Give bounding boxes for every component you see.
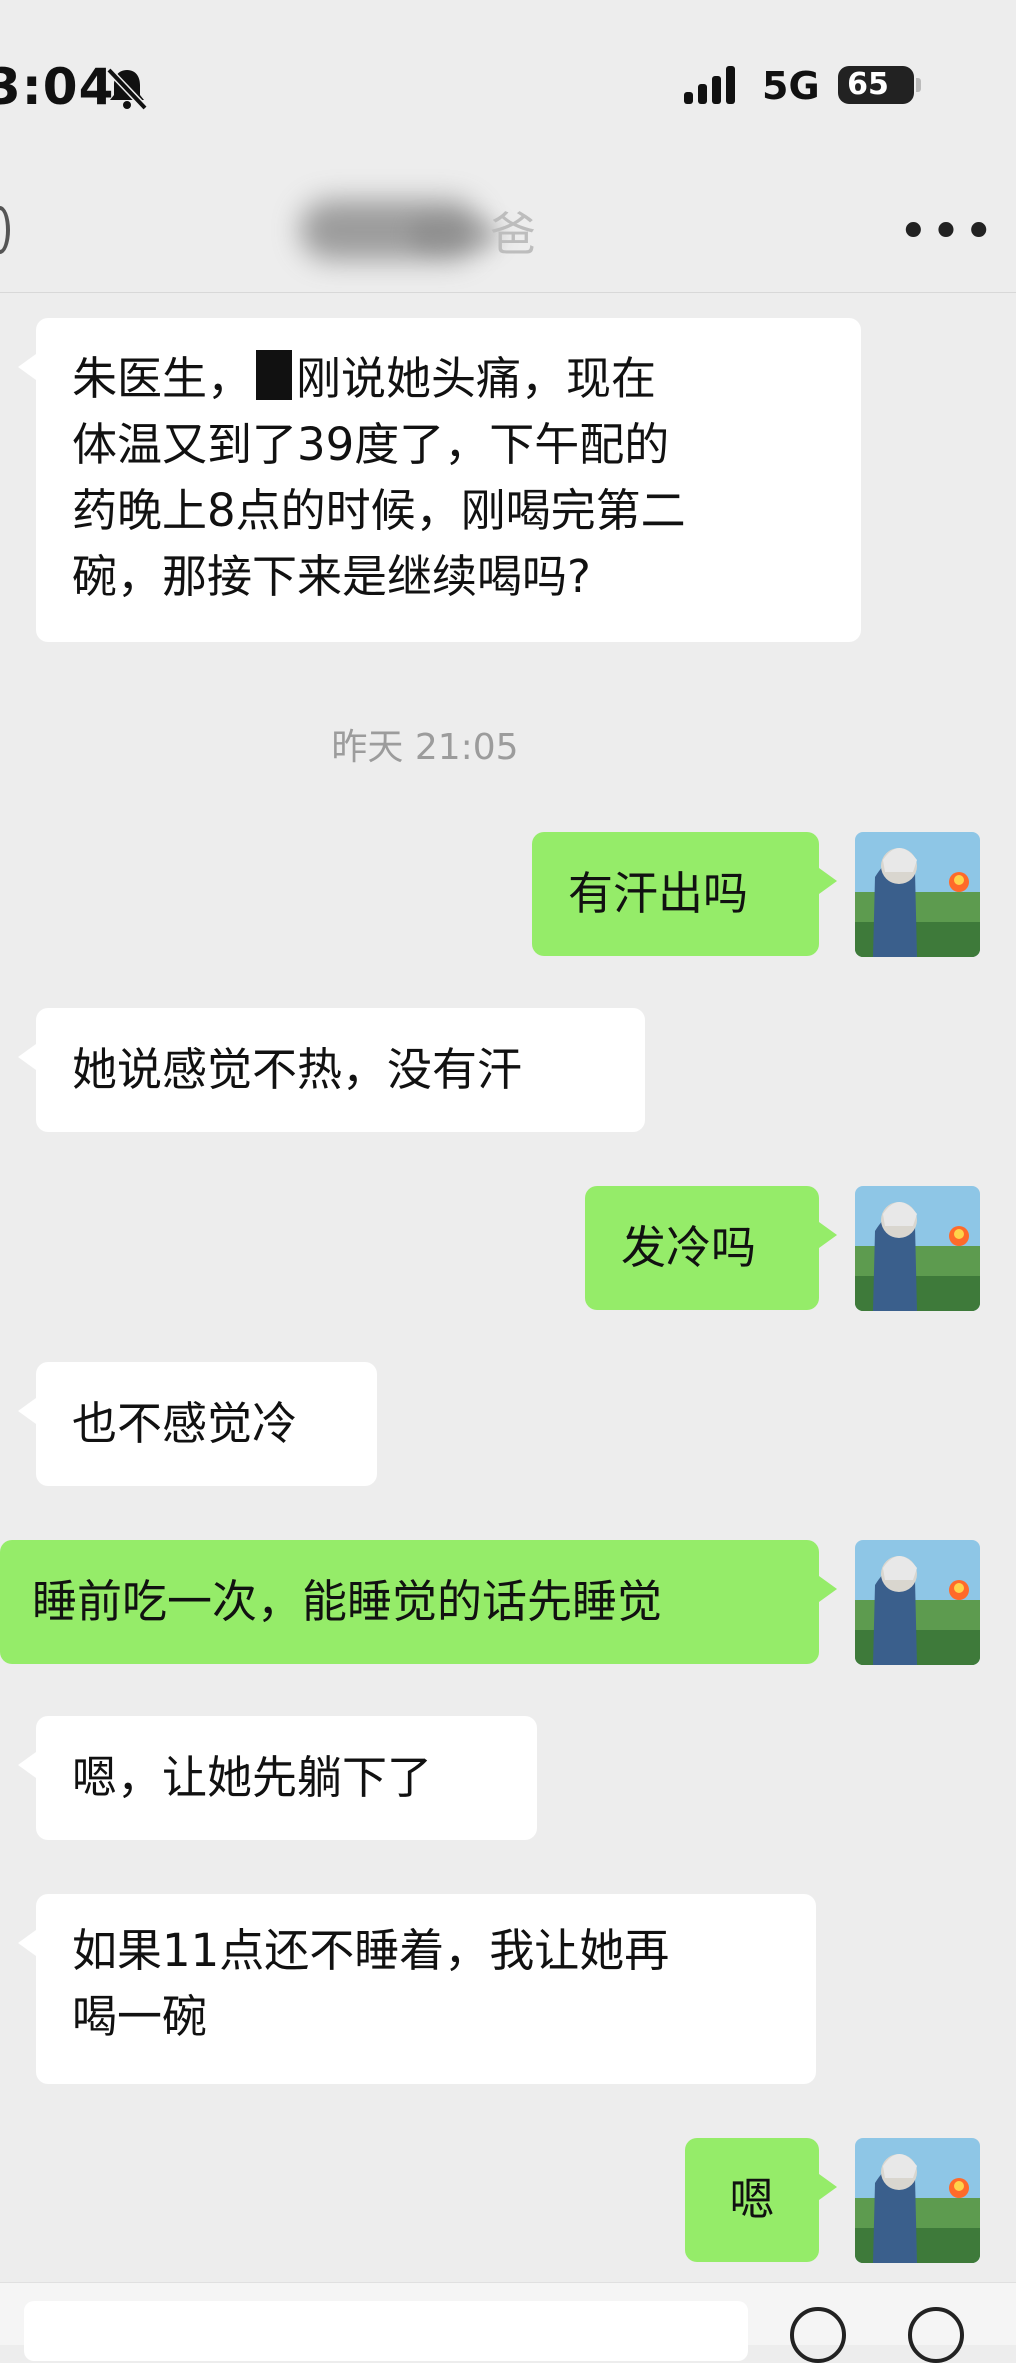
message-line: 碗，那接下来是继续喝吗?	[72, 550, 591, 603]
battery-level: 65	[847, 67, 889, 102]
message-text: 睡前吃一次，能睡觉的话先睡觉	[32, 1575, 663, 1628]
emoji-icon[interactable]	[790, 2307, 846, 2363]
message-line: 体温又到了39度了，下午配的	[72, 418, 670, 471]
input-bar	[0, 2282, 1016, 2363]
message-outgoing[interactable]: 睡前吃一次，能睡觉的话先睡觉	[0, 1540, 837, 1664]
avatar-image[interactable]	[855, 1186, 980, 1311]
message-incoming[interactable]: 如果11点还不睡着，我让她再 喝一碗	[18, 1894, 816, 2084]
network-type: 5G	[762, 64, 820, 108]
redaction-block	[256, 350, 293, 400]
message-line: 药晚上8点的时候，刚喝完第二	[72, 484, 686, 537]
message-text: 也不感觉冷	[72, 1397, 298, 1450]
message-outgoing[interactable]: 发冷吗	[585, 1186, 837, 1310]
back-icon[interactable]	[0, 206, 10, 254]
message-input[interactable]	[24, 2301, 748, 2361]
message-outgoing[interactable]: 有汗出吗	[532, 832, 837, 956]
message-text: 她说感觉不热，没有汗	[72, 1043, 523, 1096]
add-icon[interactable]	[908, 2307, 964, 2363]
more-icon[interactable]: •••	[898, 206, 996, 258]
message-incoming[interactable]: 嗯，让她先躺下了	[18, 1716, 537, 1840]
signal-icon	[684, 66, 744, 110]
status-bar: 3:04 5G 65	[0, 0, 1016, 180]
status-time: 3:04	[0, 58, 115, 116]
chat-header: 爸 •••	[0, 180, 1016, 293]
message-text: 有汗出吗	[568, 867, 749, 920]
contact-name-fragment: 爸	[490, 207, 536, 261]
message-line: 喝一碗	[72, 1990, 208, 2043]
contact-title: 爸	[300, 190, 560, 270]
redacted-name-blur-2	[410, 218, 500, 252]
message-text: 嗯	[729, 2173, 775, 2226]
avatar-image[interactable]	[855, 1540, 980, 1665]
battery-cap	[916, 78, 921, 92]
message-incoming[interactable]: 她说感觉不热，没有汗	[18, 1008, 645, 1132]
message-incoming-1[interactable]: 朱医生， 刚说她头痛，现在 体温又到了39度了，下午配的 药晚上8点的时候，刚喝完…	[18, 318, 861, 642]
message-line: 如果11点还不睡着，我让她再	[72, 1924, 670, 1977]
bell-muted-icon	[103, 64, 151, 116]
avatar-image[interactable]	[855, 832, 980, 957]
message-outgoing[interactable]: 嗯	[685, 2138, 837, 2262]
battery-icon: 65	[838, 66, 921, 104]
message-incoming[interactable]: 也不感觉冷	[18, 1362, 377, 1486]
message-text: 嗯，让她先躺下了	[72, 1751, 433, 1804]
avatar-image[interactable]	[855, 2138, 980, 2263]
message-text: 发冷吗	[621, 1221, 757, 1274]
message-line: 朱医生， 刚说她头痛，现在	[72, 350, 657, 405]
timestamp: 昨天 21:05	[331, 727, 519, 768]
